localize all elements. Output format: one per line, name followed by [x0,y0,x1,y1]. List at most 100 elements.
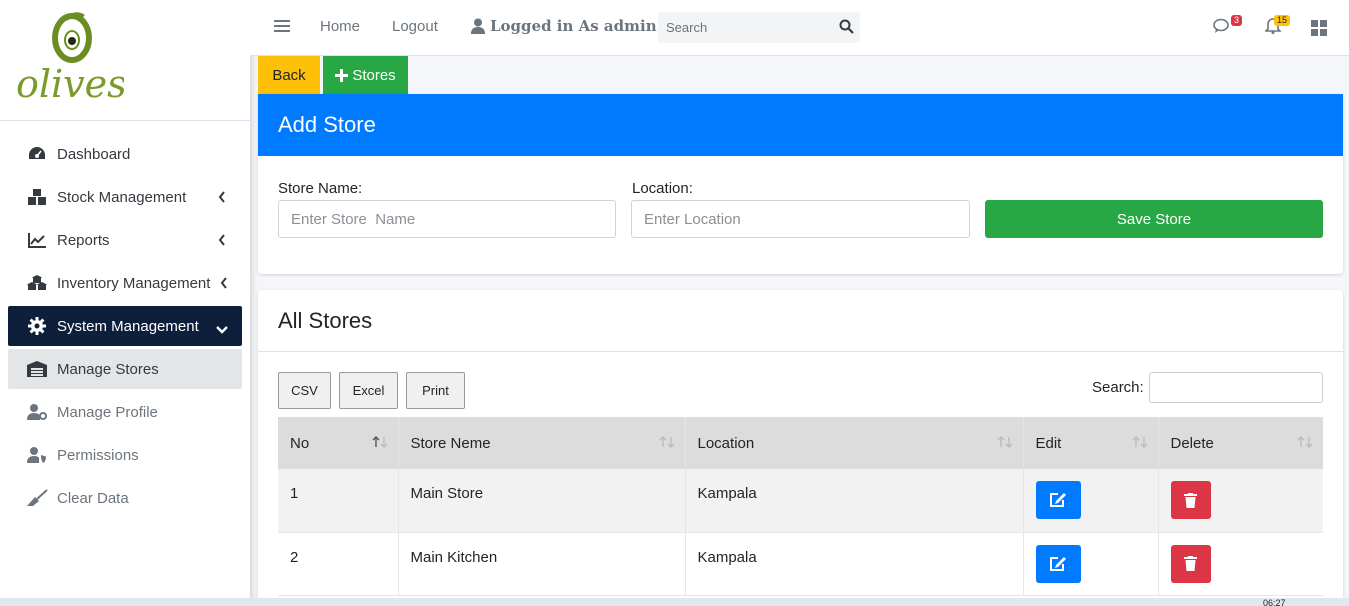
print-button[interactable]: Print [406,372,465,409]
user-shield-icon [26,446,48,464]
cubes-icon [26,274,48,292]
location-label: Location: [632,180,693,197]
cell-edit [1023,532,1159,596]
sort-icon [1297,435,1313,452]
col-header-no[interactable]: No [278,417,399,469]
save-store-button[interactable]: Save Store [985,200,1323,238]
chevron-left-icon [220,276,228,293]
olives-logo[interactable]: olives [14,8,124,108]
sidebar-item-clear-data[interactable]: Clear Data [8,478,242,518]
csv-button[interactable]: CSV [278,372,331,409]
svg-text:olives: olives [16,62,124,106]
logout-link[interactable]: Logout [392,18,438,35]
sidebar-item-label: Inventory Management [57,274,211,292]
tachometer-icon [26,145,48,163]
brand: olives [0,0,250,121]
edit-button[interactable] [1035,544,1081,583]
sort-icon [1132,435,1148,452]
sidebar-item-dashboard[interactable]: Dashboard [8,134,242,174]
col-header-location[interactable]: Location [685,417,1024,469]
sidebar-nav: Dashboard Stock Management Reports Inven… [0,121,250,518]
cell-delete [1158,469,1323,533]
col-header-edit[interactable]: Edit [1023,417,1159,469]
boxes-icon [26,188,48,206]
logged-in-user-label: Logged in As admin [490,17,657,35]
cell-store-name: Main Kitchen [398,532,686,596]
cell-edit [1023,469,1159,533]
cell-store-name: Main Store [398,469,686,533]
plus-icon [335,68,349,82]
trash-icon [1184,556,1197,571]
col-header-label: No [290,434,310,452]
sidebar-item-label: System Management [57,317,199,335]
edit-button[interactable] [1035,481,1081,519]
edit-icon [1050,556,1066,571]
all-stores-title: All Stores [258,290,1343,352]
hamburger-menu-icon[interactable] [274,19,290,38]
store-name-label: Store Name: [278,180,363,197]
sidebar-item-stock-management[interactable]: Stock Management [8,177,242,217]
sort-icon [659,435,675,452]
sidebar: olives Dashboard Stock Management Report… [0,0,250,606]
navbar-search [658,12,860,43]
bell-icon[interactable]: 15 [1264,15,1291,39]
sidebar-item-permissions[interactable]: Permissions [8,435,242,475]
sidebar-item-manage-profile[interactable]: Manage Profile [8,392,242,432]
os-taskbar [0,598,1349,606]
search-input[interactable] [658,12,828,43]
excel-button[interactable]: Excel [339,372,398,409]
back-button[interactable]: Back [258,56,320,94]
all-stores-card: All Stores CSV Excel Print Search: No St… [258,290,1343,606]
home-link[interactable]: Home [320,18,360,35]
logged-in-user[interactable]: Logged in As admin [471,17,657,35]
warehouse-icon [26,360,48,378]
cell-location: Kampala [685,469,1024,533]
col-header-label: Store Neme [410,434,491,452]
notifications-badge: 15 [1274,15,1291,26]
add-store-card: Add Store Store Name: Location: Save Sto… [258,94,1343,274]
table-search-input[interactable] [1149,372,1323,403]
chevron-left-icon [218,190,226,207]
sidebar-item-label: Manage Stores [57,360,159,378]
col-header-label: Delete [1170,434,1214,452]
sidebar-item-manage-stores[interactable]: Manage Stores [8,349,242,389]
cell-location: Kampala [685,532,1024,596]
apps-grid-icon[interactable] [1311,20,1327,41]
top-navbar: Home Logout Logged in As admin 3 15 [250,0,1349,56]
table-row: 1 Main Store Kampala [278,469,1323,533]
delete-button[interactable] [1170,544,1211,583]
table-header-row: No Store Neme Location Edit Delete [278,417,1323,469]
cell-no: 1 [278,469,399,533]
cell-no: 2 [278,532,399,596]
location-input[interactable] [631,200,970,238]
search-icon[interactable] [839,19,854,39]
stores-button-label: Stores [352,66,396,84]
sidebar-item-system-management[interactable]: System Management [8,306,242,346]
store-name-input[interactable] [278,200,616,238]
sort-asc-icon [372,435,388,452]
edit-icon [1050,493,1066,507]
col-header-delete[interactable]: Delete [1158,417,1323,469]
sidebar-item-reports[interactable]: Reports [8,220,242,260]
user-gear-icon [26,403,48,421]
gear-icon [26,317,48,335]
chart-line-icon [26,231,48,249]
sort-icon [997,435,1013,452]
sidebar-item-label: Manage Profile [57,403,158,421]
cell-delete [1158,532,1323,596]
sidebar-item-inventory-management[interactable]: Inventory Management [8,263,242,303]
table-search-label: Search: [1092,379,1144,396]
user-icon [471,18,485,34]
sidebar-item-label: Permissions [57,446,139,464]
broom-icon [26,489,48,507]
chevron-left-icon [218,233,226,250]
col-header-store-name[interactable]: Store Neme [398,417,686,469]
chevron-down-icon [216,321,228,338]
sidebar-item-label: Dashboard [57,145,131,163]
table-row: 2 Main Kitchen Kampala [278,532,1323,596]
stores-table: No Store Neme Location Edit Delete 1 Mai… [278,417,1323,596]
delete-button[interactable] [1170,481,1211,519]
taskbar-clock: 06:27 [1263,598,1286,606]
messages-icon[interactable]: 3 [1213,15,1243,39]
stores-button[interactable]: Stores [323,56,408,94]
